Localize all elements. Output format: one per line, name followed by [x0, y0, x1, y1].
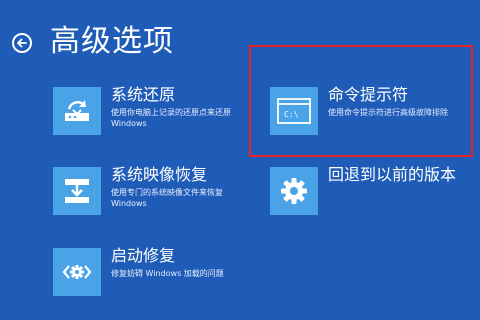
option-title: 回退到以前的版本 [328, 165, 457, 184]
option-description: Windows [111, 119, 147, 128]
gear-icon [281, 178, 307, 204]
option-tile [53, 167, 101, 215]
back-arrow-icon [17, 38, 27, 48]
system-restore-icon [65, 100, 89, 121]
system-image-recovery-icon [65, 179, 89, 203]
option-description: 修复妨碍 Windows 加载的问题 [111, 269, 224, 278]
option-title: 启动修复 [111, 246, 176, 265]
option-description: Windows [111, 199, 147, 208]
svg-text:C:\: C:\ [284, 110, 299, 119]
option-tile: C:\ [270, 87, 318, 135]
option-startup-repair[interactable]: 启动修复 修复妨碍 Windows 加载的问题 [53, 246, 233, 298]
option-title: 系统映像恢复 [111, 165, 208, 184]
command-prompt-icon: C:\ [277, 98, 311, 124]
option-command-prompt[interactable]: C:\ 命令提示符 使用命令提示符进行高级故障排除 [270, 85, 460, 137]
option-go-back[interactable]: 回退到以前的版本 [270, 165, 460, 217]
option-description: 使用命令提示符进行高级故障排除 [328, 108, 448, 117]
page-title: 高级选项 [50, 24, 174, 59]
option-tile [53, 248, 101, 296]
option-system-restore[interactable]: 系统还原 使用你电脑上记录的还原点来还原 Windows [53, 85, 233, 137]
option-system-image-recovery[interactable]: 系统映像恢复 使用专门的系统映像文件来恢复 Windows [53, 165, 233, 217]
option-tile [53, 87, 101, 135]
startup-repair-icon [62, 265, 92, 279]
option-title: 系统还原 [111, 85, 176, 104]
back-button[interactable] [12, 33, 32, 53]
option-tile [270, 167, 318, 215]
option-title: 命令提示符 [328, 85, 409, 104]
